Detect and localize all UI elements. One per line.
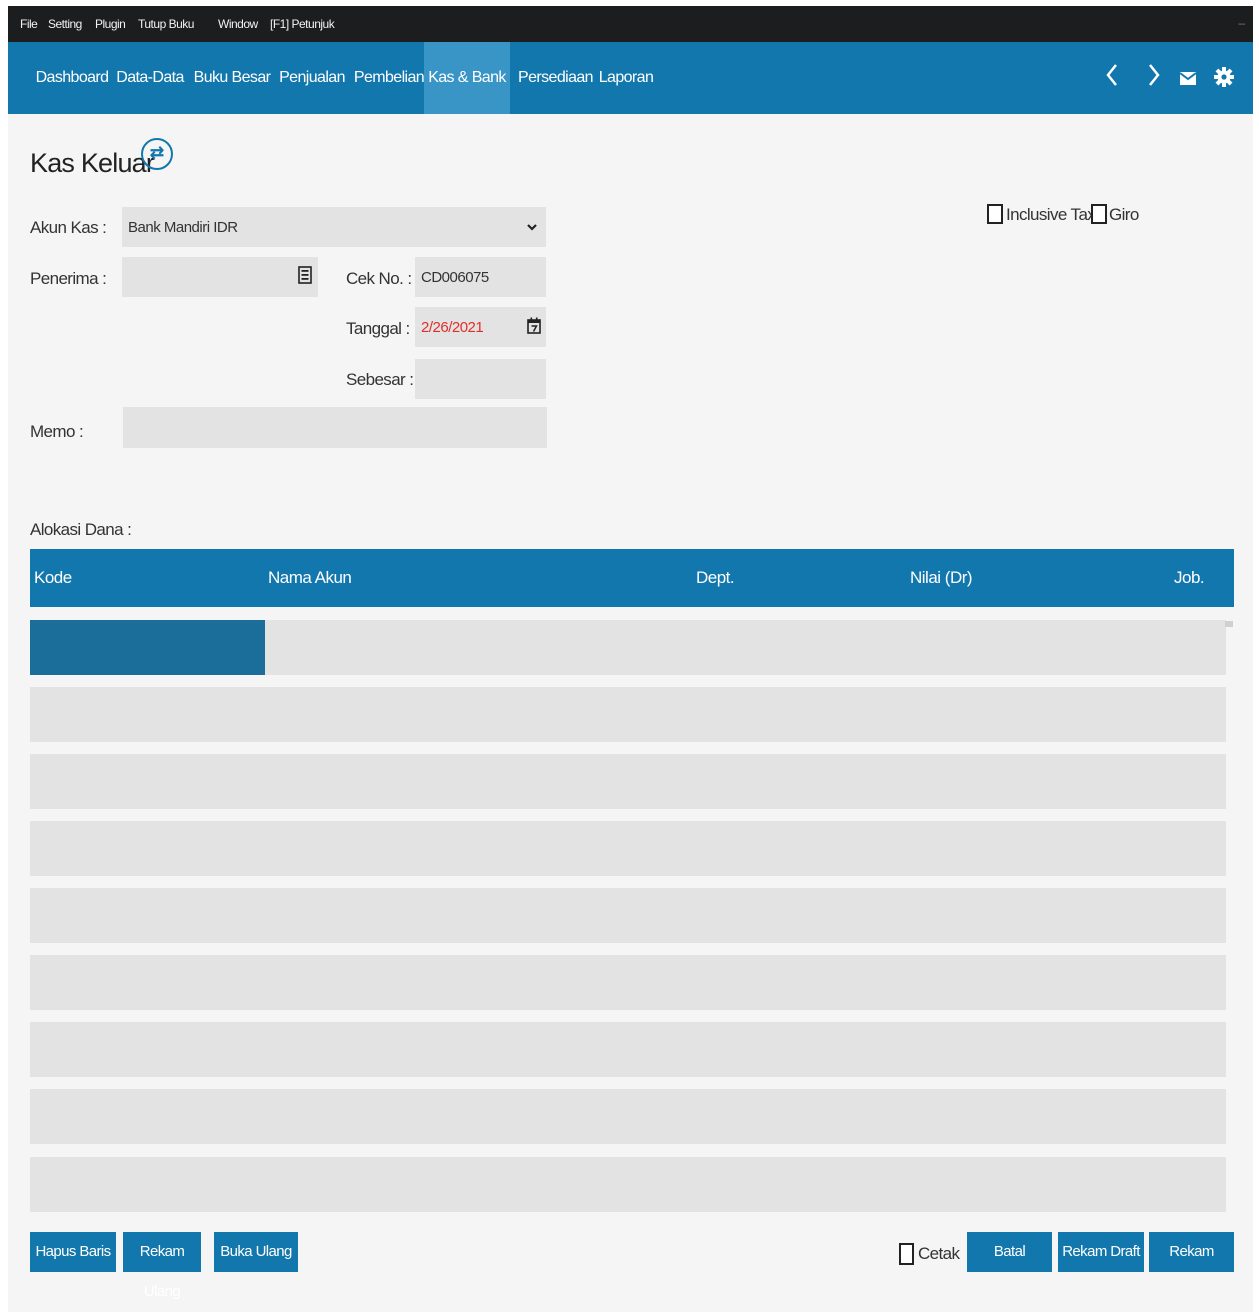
column-nilai-dr[interactable]: Nilai (Dr) (910, 568, 973, 588)
tab-data-data[interactable]: Data-Data (111, 42, 189, 114)
rekam-ulang-button[interactable]: Rekam Ulang (123, 1232, 201, 1300)
tab-dashboard[interactable]: Dashboard (23, 42, 121, 114)
tab-pembelian[interactable]: Pembelian (349, 42, 429, 114)
cetak-checkbox[interactable] (899, 1243, 914, 1265)
tab-buku-besar[interactable]: Buku Besar (188, 42, 276, 114)
tab-laporan[interactable]: Laporan (596, 42, 656, 114)
menu-tutup-buku[interactable]: Tutup Buku (138, 17, 194, 31)
rekam-button[interactable]: Rekam (1149, 1232, 1234, 1272)
selected-cell[interactable] (30, 620, 265, 675)
hapus-baris-button[interactable]: Hapus Baris (30, 1232, 116, 1272)
tanggal-value: 2/26/2021 (421, 319, 484, 336)
sebesar-input[interactable] (415, 359, 546, 399)
penerima-input[interactable] (122, 257, 318, 297)
inclusive-tax-checkbox[interactable] (987, 204, 1003, 224)
main-nav: Dashboard Data-Data Buku Besar Penjualan… (8, 42, 1253, 114)
memo-input[interactable] (123, 407, 547, 448)
calendar-icon[interactable] (527, 317, 541, 339)
table-row[interactable] (30, 1022, 1226, 1077)
batal-button[interactable]: Batal (967, 1232, 1052, 1272)
akun-kas-select[interactable]: Bank Mandiri IDR (122, 207, 546, 247)
tab-persediaan[interactable]: Persediaan (513, 42, 598, 114)
akun-kas-label: Akun Kas : (30, 218, 107, 237)
table-row[interactable] (30, 821, 1226, 876)
gear-icon[interactable] (1209, 62, 1239, 94)
column-job[interactable]: Job. (1174, 568, 1205, 588)
tab-penjualan[interactable]: Penjualan (273, 42, 351, 114)
tanggal-input[interactable]: 2/26/2021 (415, 307, 546, 347)
column-kode[interactable]: Kode (34, 568, 72, 588)
inclusive-tax-label: Inclusive Tax (1006, 205, 1096, 224)
cek-no-value: CD006075 (421, 269, 489, 286)
menu-petunjuk[interactable]: [F1] Petunjuk (270, 17, 335, 31)
tanggal-label: Tanggal : (346, 319, 410, 338)
list-lookup-icon[interactable] (298, 266, 312, 289)
table-row[interactable] (30, 1089, 1226, 1144)
switch-arrows-icon[interactable]: ⇄ (141, 138, 173, 170)
tab-kas-bank[interactable]: Kas & Bank (424, 42, 510, 114)
menu-setting[interactable]: Setting (48, 17, 82, 31)
table-row[interactable] (30, 955, 1226, 1010)
akun-kas-value: Bank Mandiri IDR (128, 219, 238, 236)
chevron-right-icon[interactable] (1139, 62, 1169, 94)
buka-ulang-button[interactable]: Buka Ulang (214, 1232, 298, 1272)
column-nama-akun[interactable]: Nama Akun (268, 568, 352, 588)
minimize-button[interactable]: – (1238, 16, 1245, 30)
menu-window[interactable]: Window (218, 17, 258, 31)
memo-label: Memo : (30, 422, 84, 441)
menu-plugin[interactable]: Plugin (95, 17, 126, 31)
table-row[interactable] (30, 888, 1226, 943)
table-row[interactable] (30, 1157, 1226, 1212)
page-title: Kas Keluar (30, 148, 155, 178)
giro-checkbox[interactable] (1091, 204, 1107, 224)
giro-label: Giro (1109, 205, 1139, 224)
table-row[interactable] (30, 687, 1226, 742)
menu-bar: File Setting Plugin Tutup Buku Window [F… (8, 6, 1253, 42)
column-dept[interactable]: Dept. (696, 568, 735, 588)
cek-no-input[interactable]: CD006075 (415, 257, 546, 297)
penerima-label: Penerima : (30, 269, 107, 288)
table-row[interactable] (30, 620, 1226, 675)
alokasi-dana-label: Alokasi Dana : (30, 520, 132, 539)
cetak-label: Cetak (918, 1244, 960, 1263)
grid-header: Kode Nama Akun Dept. Nilai (Dr) Job. (30, 549, 1234, 607)
content-area: Kas Keluar ⇄ Inclusive Tax Giro Akun Kas… (8, 114, 1253, 1312)
mail-icon[interactable] (1173, 62, 1203, 94)
rekam-draft-button[interactable]: Rekam Draft (1058, 1232, 1144, 1272)
cek-no-label: Cek No. : (346, 269, 412, 288)
table-row[interactable] (30, 754, 1226, 809)
sebesar-label: Sebesar : (346, 370, 414, 389)
grid-scrollbar[interactable] (1225, 621, 1233, 627)
menu-file[interactable]: File (20, 17, 38, 31)
chevron-left-icon[interactable] (1097, 62, 1127, 94)
chevron-down-icon (526, 218, 538, 238)
